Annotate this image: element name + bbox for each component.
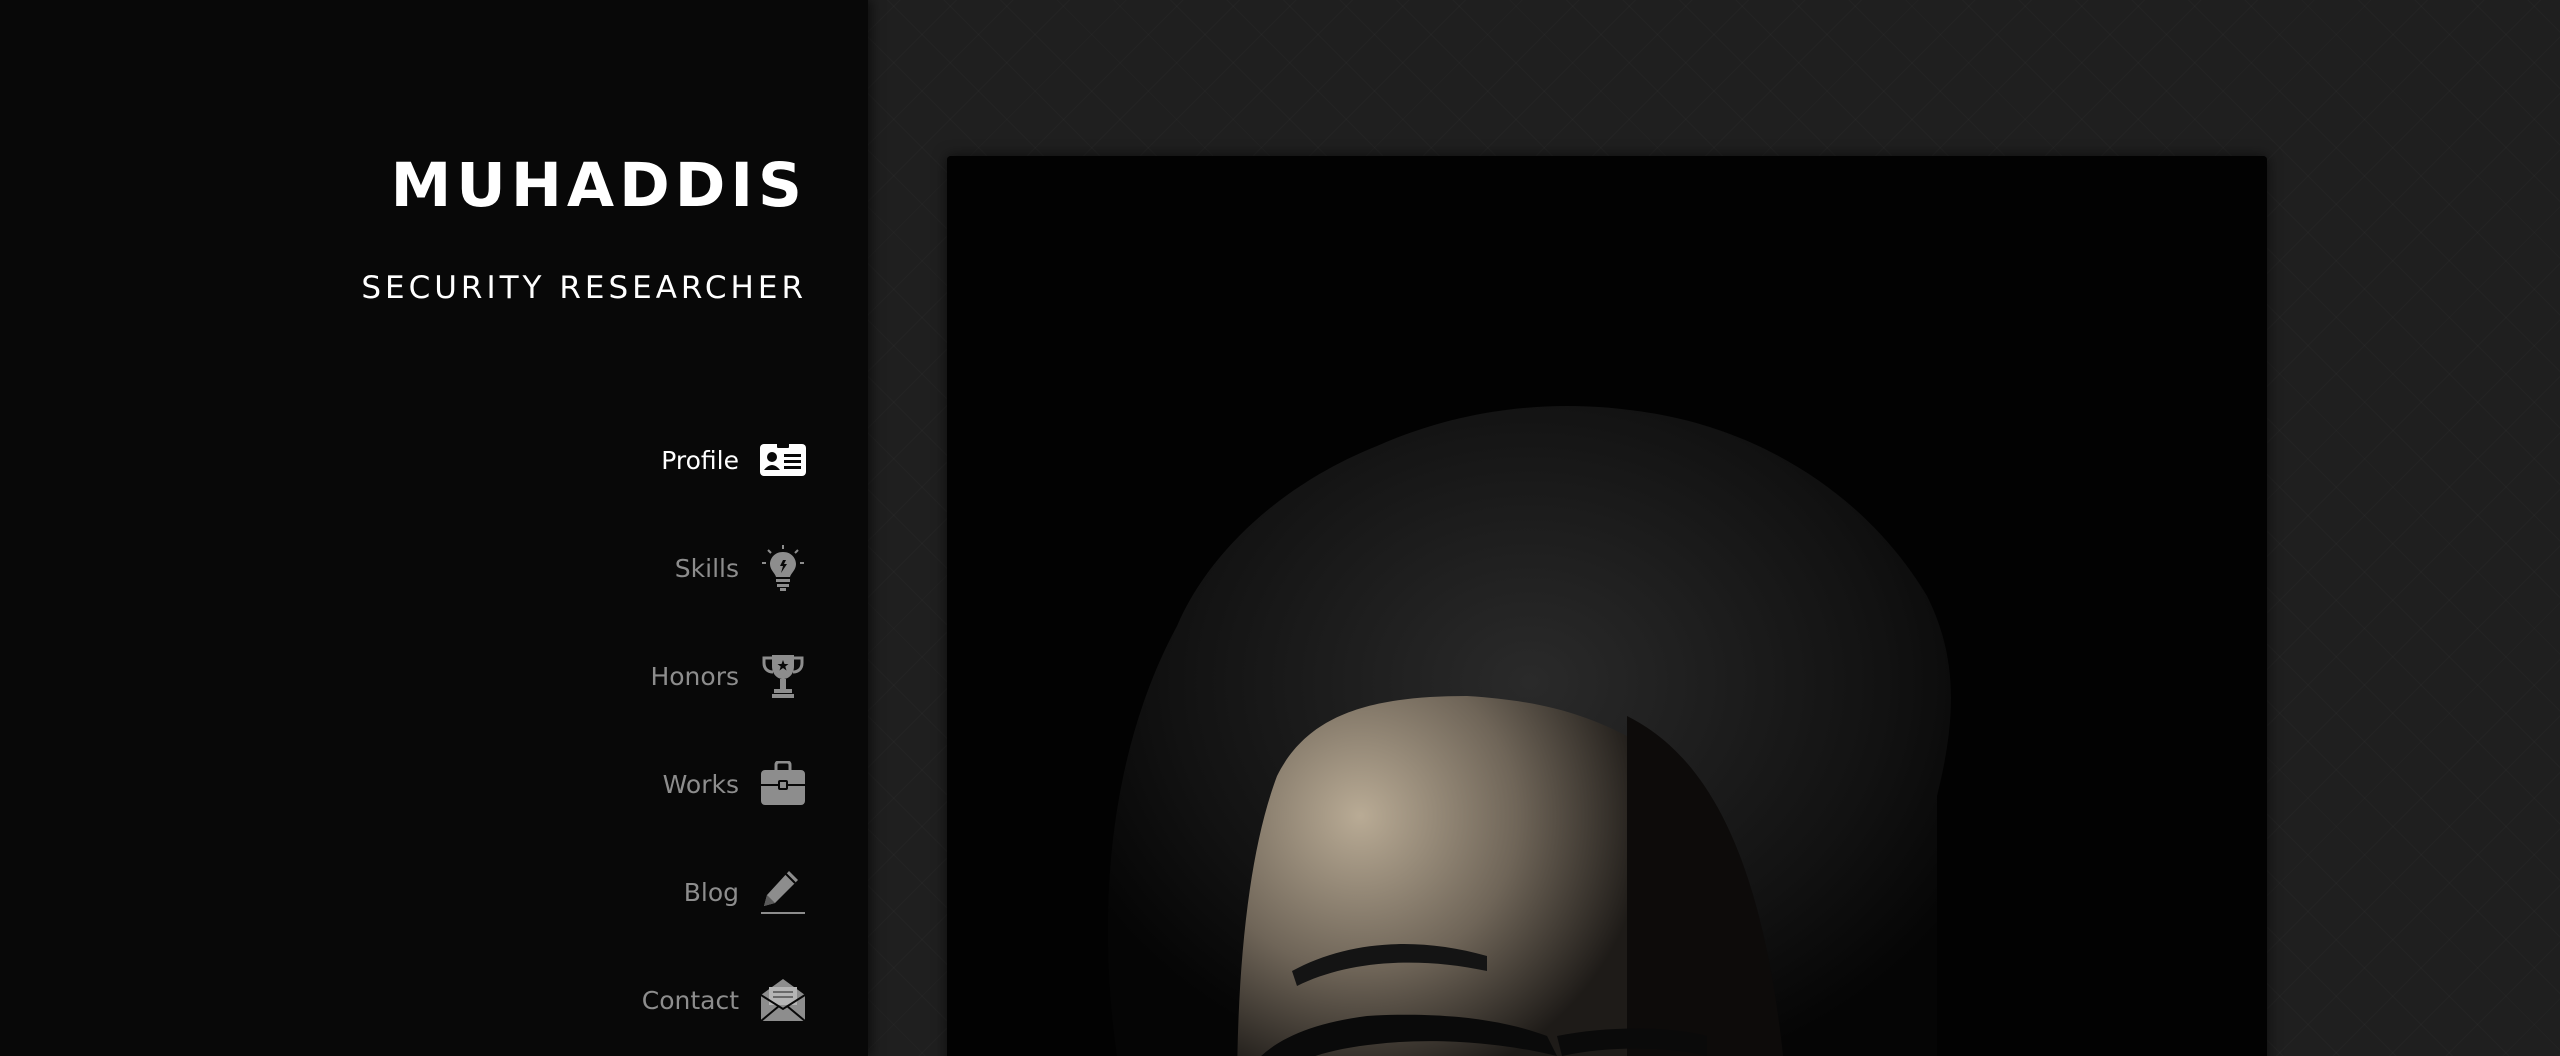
lightbulb-icon: [759, 544, 807, 592]
profile-photo: [947, 156, 2267, 1056]
nav-item-honors[interactable]: Honors: [650, 646, 807, 706]
briefcase-icon: [759, 760, 807, 808]
nav-label-contact: Contact: [641, 985, 739, 1015]
nav-item-blog[interactable]: Blog: [684, 862, 807, 922]
page: MUHADDIS SECURITY RESEARCHER Profile Ski…: [0, 0, 2560, 1056]
envelope-icon: [759, 976, 807, 1024]
nav-label-skills: Skills: [674, 553, 739, 583]
profile-photo-image: [947, 156, 2267, 1056]
nav-item-works[interactable]: Works: [663, 754, 807, 814]
site-name: MUHADDIS: [390, 150, 807, 221]
nav-item-contact[interactable]: Contact: [642, 970, 807, 1030]
site-subtitle: SECURITY RESEARCHER: [361, 270, 807, 306]
sidebar: MUHADDIS SECURITY RESEARCHER Profile Ski…: [0, 0, 868, 1056]
main-content: [868, 0, 2560, 1056]
nav-label-blog: Blog: [683, 877, 739, 907]
nav-label-profile: Profile: [661, 445, 739, 475]
trophy-icon: [759, 652, 807, 700]
nav-label-works: Works: [662, 769, 739, 799]
id-card-icon: [759, 436, 807, 484]
nav-label-honors: Honors: [650, 661, 739, 691]
pencil-icon: [759, 868, 807, 916]
nav-item-profile[interactable]: Profile: [661, 430, 807, 490]
nav-item-skills[interactable]: Skills: [675, 538, 807, 598]
